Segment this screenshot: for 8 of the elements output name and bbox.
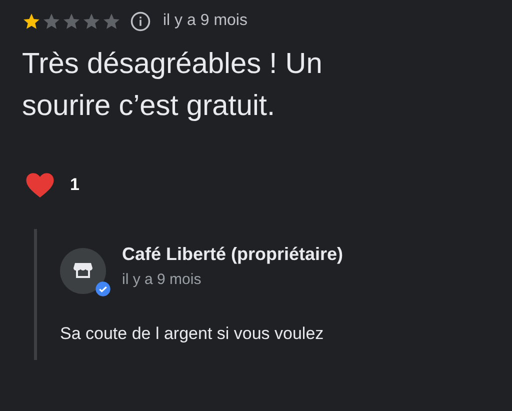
reply-text: Sa coute de l argent si vous voulez bbox=[60, 324, 325, 344]
heart-icon[interactable] bbox=[25, 171, 55, 199]
reply-time: il y a 9 mois bbox=[122, 271, 202, 288]
review-text: Très désagréables ! Un sourire c’est gratuit. bbox=[22, 47, 324, 124]
owner-name: Café Liberté (propriétaire) bbox=[122, 244, 344, 265]
info-icon[interactable] bbox=[130, 10, 151, 32]
review-time: il y a 9 mois bbox=[163, 12, 248, 30]
reaction-count: 1 bbox=[70, 175, 80, 195]
